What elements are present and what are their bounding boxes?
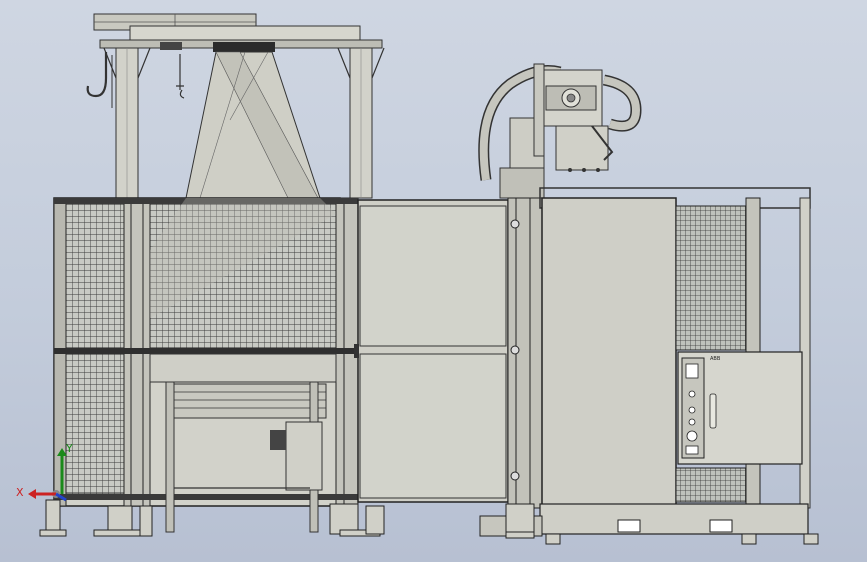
gantry-drive-block bbox=[213, 42, 275, 52]
gantry-top-beam bbox=[129, 25, 361, 41]
mesh-panel bbox=[65, 203, 125, 349]
overhead-gantry bbox=[86, 13, 385, 199]
triad-y-label: Y bbox=[66, 442, 73, 455]
access-door bbox=[354, 197, 543, 509]
mesh-panel bbox=[675, 205, 747, 351]
cad-viewport[interactable]: ABB X Y bbox=[0, 0, 867, 562]
mesh-panel bbox=[675, 467, 747, 503]
robot-arm-icon bbox=[478, 63, 642, 201]
mesh-panel bbox=[65, 353, 125, 495]
coordinate-triad-icon bbox=[28, 448, 67, 502]
controller-brand-label: ABB bbox=[710, 356, 721, 362]
assembly-drawing: ABB bbox=[28, 13, 819, 545]
triad-x-label: X bbox=[16, 486, 24, 499]
